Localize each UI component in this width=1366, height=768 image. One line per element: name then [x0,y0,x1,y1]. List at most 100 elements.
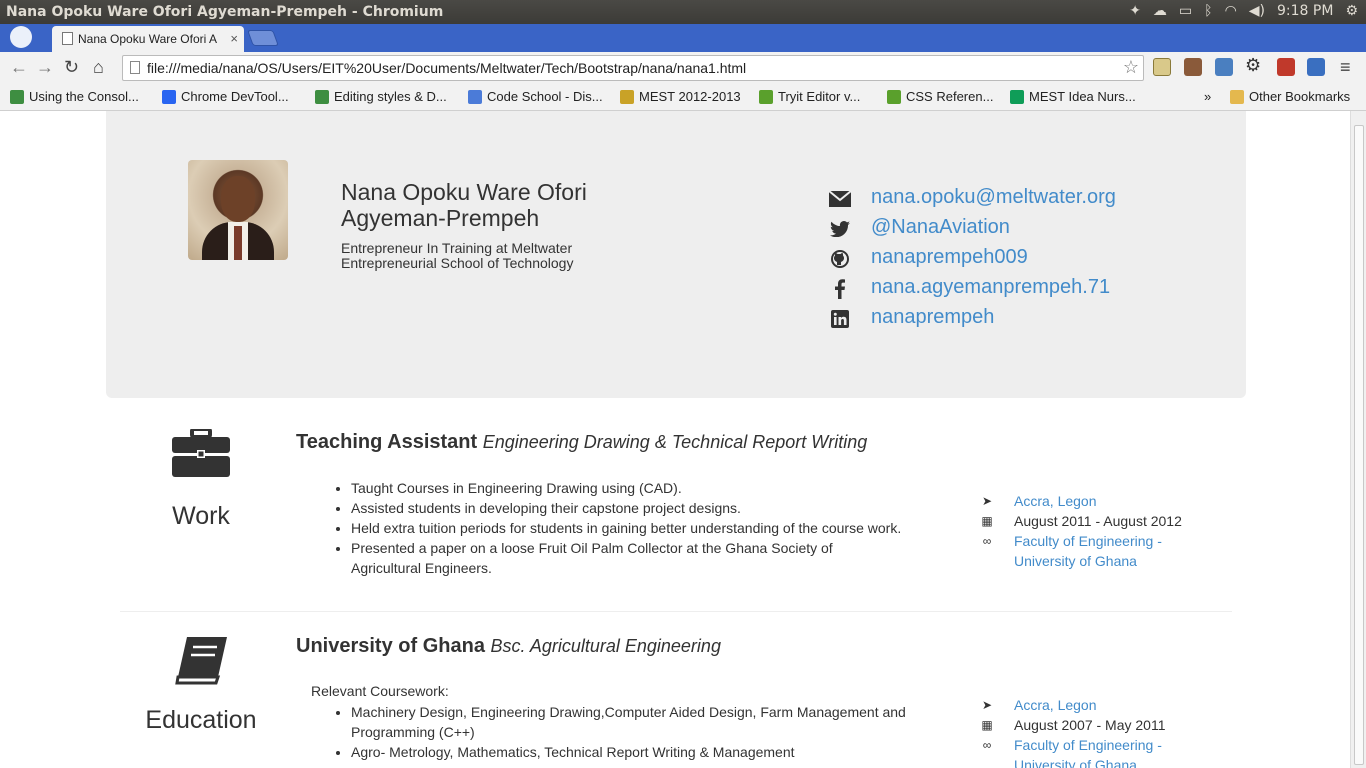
profile-subtitle: Entrepreneur In Training at Meltwater En… [341,240,574,271]
section-divider [120,611,1232,612]
page-viewport: Nana Opoku Ware Ofori Agyeman-Prempeh En… [0,111,1350,768]
education-title: University of Ghana [296,635,485,657]
list-item: Presented a paper on a loose Fruit Oil P… [351,538,871,578]
screenshot-extension-icon[interactable] [1215,58,1233,76]
book-icon [175,635,229,690]
education-dates: ▦ August 2007 - May 2011 [981,717,1166,733]
timer-extension-icon[interactable] [1307,58,1325,76]
bookmark-item[interactable]: Chrome DevTool... [162,89,289,104]
volume-icon[interactable]: ◀) [1249,3,1265,19]
page-icon [130,61,140,74]
bookmarks-overflow-button[interactable]: » [1204,89,1211,104]
relevant-coursework-label: Relevant Coursework: [311,683,449,699]
profile-name: Nana Opoku Ware Ofori Agyeman-Prempeh [341,179,587,231]
bookmark-item[interactable]: CSS Referen... [887,89,993,104]
tab-label: Nana Opoku Ware Ofori A [78,32,217,46]
clock[interactable]: 9:18 PM [1277,3,1333,19]
settings-extension-icon[interactable]: ⚙ [1245,55,1263,75]
list-item: Agro- Metrology, Mathematics, Technical … [351,742,911,762]
location-arrow-icon: ➤ [981,494,993,508]
tab-strip: Nana Opoku Ware Ofori A × [0,24,1366,52]
bookmark-favicon-icon [759,89,773,104]
chromium-logo-icon [10,26,32,48]
notes-extension-icon[interactable] [1153,58,1171,76]
education-location: ➤ Accra, Legon [981,697,1097,713]
cloud-icon[interactable]: ☁ [1153,3,1167,19]
bookmark-item[interactable]: Using the Consol... [10,89,139,104]
bookmark-item[interactable]: Tryit Editor v... [759,89,860,104]
calendar-icon: ▦ [981,718,993,732]
bookmark-favicon-icon [620,89,634,104]
window-title: Nana Opoku Ware Ofori Agyeman-Prempeh - … [6,4,444,20]
github-icon [828,247,852,271]
contact-linkedin-link[interactable]: nanaprempeh [871,306,994,329]
address-bar[interactable]: file:///media/nana/OS/Users/EIT%20User/D… [122,55,1144,81]
work-org: ∞ Faculty of Engineering - University of … [980,531,1200,571]
bluetooth-icon[interactable]: ᛒ [1204,3,1212,19]
contact-email-link[interactable]: nana.opoku@meltwater.org [871,186,1116,209]
work-subtitle: Engineering Drawing & Technical Report W… [482,432,868,452]
list-item: Machinery Design, Engineering Drawing,Co… [351,702,911,742]
page-favicon-icon [62,32,73,45]
home-icon[interactable]: ⌂ [93,57,104,78]
list-item: Assisted students in developing their ca… [351,498,931,518]
contact-facebook-link[interactable]: nana.agyemanprempeh.71 [871,276,1110,299]
work-duties-list: Taught Courses in Engineering Drawing us… [351,478,931,578]
bookmark-item[interactable]: Editing styles & D... [315,89,447,104]
tab-active[interactable]: Nana Opoku Ware Ofori A × [52,26,244,52]
envelope-icon [828,187,852,211]
window-titlebar: Nana Opoku Ware Ofori Agyeman-Prempeh - … [0,0,1366,24]
bookmark-item[interactable]: MEST Idea Nurs... [1010,89,1136,104]
vertical-scrollbar[interactable] [1350,111,1366,768]
scrollbar-thumb[interactable] [1354,125,1364,765]
briefcase-icon [172,427,230,482]
folder-icon [1230,89,1244,104]
camera-extension-icon[interactable] [1184,58,1202,76]
bookmark-star-icon[interactable]: ☆ [1123,57,1139,78]
settings-gear-icon[interactable]: ⚙ [1345,3,1358,19]
bookmark-favicon-icon [887,89,901,104]
education-meta: ➤ Accra, Legon ▦ August 2007 - May 2011 ∞ F… [980,695,1200,768]
bookmark-favicon-icon [468,89,482,104]
back-arrow-icon[interactable]: ← [10,57,28,78]
bookmark-favicon-icon [315,89,329,104]
link-icon: ∞ [982,738,992,752]
education-label: Education [145,706,257,734]
bookmark-favicon-icon [162,89,176,104]
browser-toolbar: ← → ↻ ⌂ file:///media/nana/OS/Users/EIT%… [0,52,1366,84]
location-arrow-icon: ➤ [981,698,993,712]
facebook-icon [828,277,852,301]
reload-icon[interactable]: ↻ [64,57,79,78]
tab-close-icon[interactable]: × [230,31,238,46]
bookmark-extension-icon[interactable] [1277,58,1295,76]
work-meta: ➤ Accra, Legon ▦ August 2011 - August 2012… [980,491,1200,571]
menu-icon[interactable]: ≡ [1340,57,1351,78]
wifi-icon[interactable]: ◠ [1225,3,1237,19]
profile-header: Nana Opoku Ware Ofori Agyeman-Prempeh En… [106,111,1246,398]
forward-arrow-icon[interactable]: → [36,57,54,78]
new-tab-button[interactable] [247,30,279,46]
education-org: ∞ Faculty of Engineering - University of … [980,735,1200,768]
contact-twitter-link[interactable]: @NanaAviation [871,216,1010,239]
list-item: Taught Courses in Engineering Drawing us… [351,478,931,498]
system-tray: ✦ ☁ ▭ ᛒ ◠ ◀) 9:18 PM ⚙ [1129,3,1358,19]
bookmark-item[interactable]: Code School - Dis... [468,89,603,104]
work-title: Teaching Assistant [296,431,478,453]
dropbox-icon[interactable]: ✦ [1129,3,1141,19]
battery-icon[interactable]: ▭ [1179,3,1192,19]
bookmark-favicon-icon [10,89,24,104]
education-heading: University of Ghana Bsc. Agricultural En… [296,635,721,658]
contact-github-link[interactable]: nanaprempeh009 [871,246,1028,269]
work-location: ➤ Accra, Legon [981,493,1097,509]
twitter-icon [828,217,852,241]
address-url: file:///media/nana/OS/Users/EIT%20User/D… [147,60,747,76]
link-icon: ∞ [982,534,992,548]
courses-list: Machinery Design, Engineering Drawing,Co… [351,702,911,762]
bookmark-item[interactable]: MEST 2012-2013 [620,89,741,104]
education-subtitle: Bsc. Agricultural Engineering [490,636,721,656]
linkedin-icon [828,307,852,331]
work-label: Work [172,502,230,530]
work-dates: ▦ August 2011 - August 2012 [981,513,1182,529]
other-bookmarks-folder[interactable]: Other Bookmarks [1230,89,1350,104]
calendar-icon: ▦ [981,514,993,528]
